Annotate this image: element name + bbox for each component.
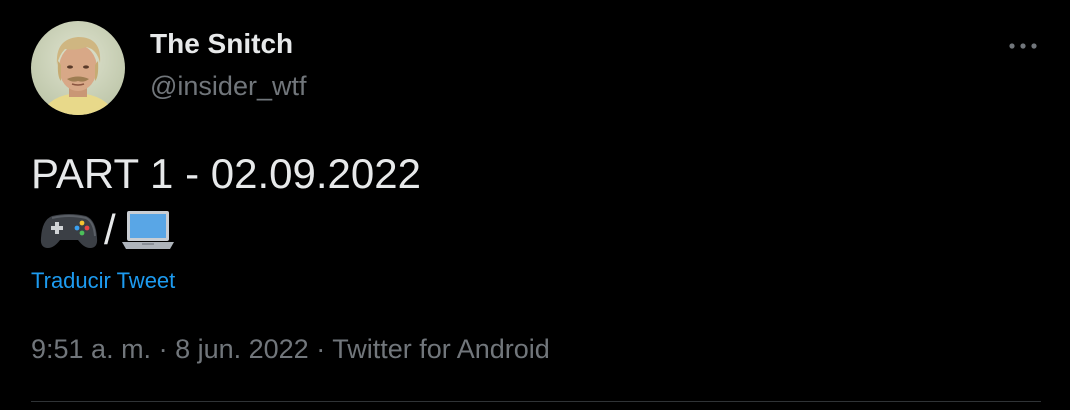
tweet-date[interactable]: 8 jun. 2022 xyxy=(175,334,309,364)
author-display-name[interactable]: The Snitch xyxy=(150,28,293,60)
tweet-metadata: 9:51 a. m. · 8 jun. 2022 · Twitter for A… xyxy=(31,334,550,365)
author-handle[interactable]: @insider_wtf xyxy=(150,71,306,102)
meta-separator: · xyxy=(151,334,176,364)
divider xyxy=(31,401,1041,402)
more-options-icon xyxy=(1009,43,1037,49)
profile-photo-icon xyxy=(31,21,125,115)
more-options-button[interactable] xyxy=(1003,30,1043,62)
video-game-controller-emoji-icon xyxy=(40,214,98,248)
meta-separator: · xyxy=(308,334,333,364)
tweet-container: The Snitch @insider_wtf PART 1 - 02.09.2… xyxy=(0,0,1070,410)
tweet-time[interactable]: 9:51 a. m. xyxy=(31,334,151,364)
tweet-source: Twitter for Android xyxy=(332,334,550,364)
tweet-emoji-row: / xyxy=(40,205,176,255)
emoji-separator: / xyxy=(104,206,116,253)
translate-tweet-link[interactable]: Traducir Tweet xyxy=(31,268,175,294)
laptop-emoji-icon xyxy=(121,211,174,249)
avatar[interactable] xyxy=(31,21,125,115)
tweet-text: PART 1 - 02.09.2022 xyxy=(31,150,421,197)
